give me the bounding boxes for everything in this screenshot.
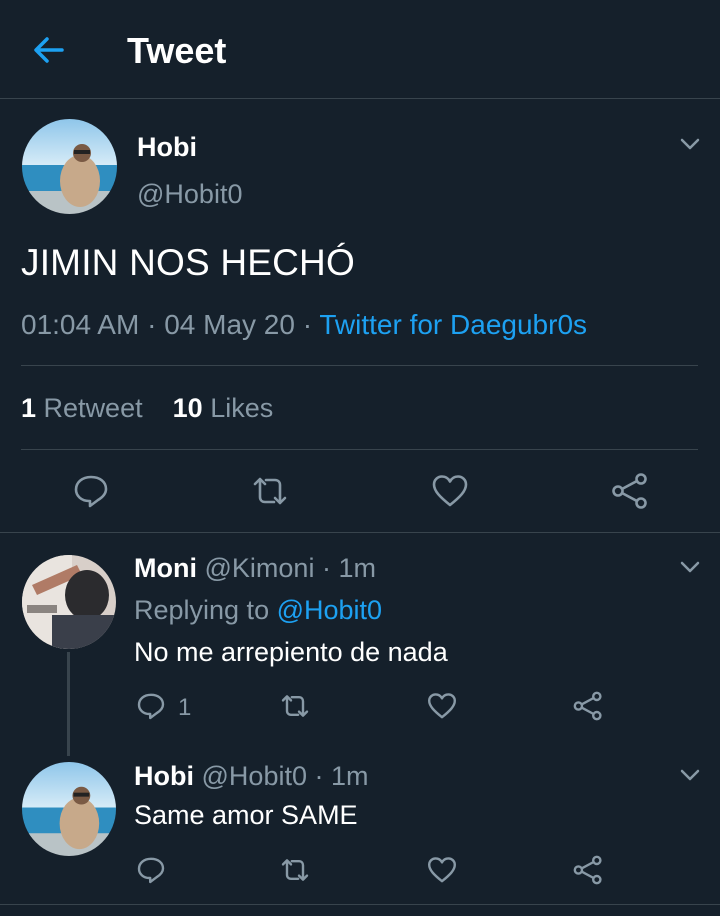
reply-author-name[interactable]: Hobi (134, 761, 194, 791)
like-count: 10 (172, 393, 203, 423)
reply-icon (137, 693, 165, 720)
share-icon (573, 855, 602, 885)
chevron-down-icon[interactable] (678, 763, 702, 787)
retweet-button[interactable] (279, 854, 311, 886)
share-button[interactable] (572, 690, 604, 722)
chevron-down-icon[interactable] (678, 555, 702, 579)
main-tweet: Hobi @Hobit0 JIMIN NOS HECHÓ 01:04 AM · … (0, 99, 720, 533)
like-button[interactable] (426, 854, 458, 886)
reply-time: 1m (331, 761, 369, 791)
retweet-icon (281, 859, 309, 881)
like-icon (428, 693, 456, 719)
reply-button[interactable] (135, 854, 167, 886)
tweet-meta: 01:04 AM · 04 May 20 · Twitter for Daegu… (21, 309, 587, 341)
retweet-icon (281, 695, 309, 717)
reply-button[interactable] (135, 690, 167, 722)
meta-separator: · (302, 309, 320, 340)
retweet-stat[interactable]: 1 Retweet (21, 393, 143, 423)
back-arrow-icon[interactable] (32, 33, 66, 67)
tweet-date: 04 May 20 (164, 309, 295, 340)
retweet-button[interactable] (250, 471, 290, 511)
avatar[interactable] (22, 119, 117, 214)
thread-line (67, 652, 70, 756)
tweet-text: JIMIN NOS HECHÓ (21, 242, 355, 283)
retweet-count: 1 (21, 393, 37, 423)
replying-prefix: Replying to (134, 595, 270, 625)
reply-header: Moni @Kimoni · 1m (134, 553, 376, 584)
like-button[interactable] (426, 690, 458, 722)
reply-icon (74, 475, 108, 508)
retweet-button[interactable] (279, 690, 311, 722)
divider (0, 904, 720, 905)
replying-mention[interactable]: @Hobit0 (277, 595, 382, 625)
like-button[interactable] (430, 471, 470, 511)
share-button[interactable] (610, 471, 650, 511)
retweet-icon (253, 477, 287, 505)
share-icon (573, 691, 602, 721)
reply-text: No me arrepiento de nada (134, 637, 448, 667)
tweet-time: 01:04 AM (21, 309, 140, 340)
like-label: Likes (210, 393, 274, 423)
reply-author-name[interactable]: Moni (134, 553, 197, 583)
reply-icon (137, 857, 165, 884)
meta-separator: · (147, 309, 165, 340)
tweet-source-link[interactable]: Twitter for Daegubr0s (319, 309, 587, 340)
retweet-label: Retweet (43, 393, 143, 423)
like-icon (428, 857, 456, 883)
author-name[interactable]: Hobi (137, 132, 197, 163)
meta-separator: · (321, 553, 331, 583)
reply-header: Hobi @Hobit0 · 1m (134, 761, 369, 792)
meta-separator: · (314, 761, 324, 791)
like-stat[interactable]: 10 Likes (173, 393, 274, 423)
tweet-stats: 1 Retweet 10 Likes (21, 393, 273, 424)
top-bar: Tweet (0, 0, 720, 99)
divider (21, 449, 698, 450)
reply-count: 1 (178, 694, 192, 721)
reply-time: 1m (338, 553, 376, 583)
reply-button[interactable] (71, 471, 111, 511)
reply-author-handle[interactable]: @Kimoni (205, 553, 315, 583)
reply-author-handle[interactable]: @Hobit0 (202, 761, 307, 791)
avatar[interactable] (22, 762, 116, 856)
share-button[interactable] (572, 854, 604, 886)
replying-to: Replying to @Hobit0 (134, 595, 382, 626)
avatar[interactable] (22, 555, 116, 649)
like-icon (432, 475, 468, 507)
divider (21, 365, 698, 366)
author-handle[interactable]: @Hobit0 (137, 179, 242, 210)
reply-text: Same amor SAME (134, 800, 358, 830)
page-title: Tweet (127, 30, 227, 71)
chevron-down-icon[interactable] (678, 132, 702, 156)
share-icon (612, 473, 647, 509)
